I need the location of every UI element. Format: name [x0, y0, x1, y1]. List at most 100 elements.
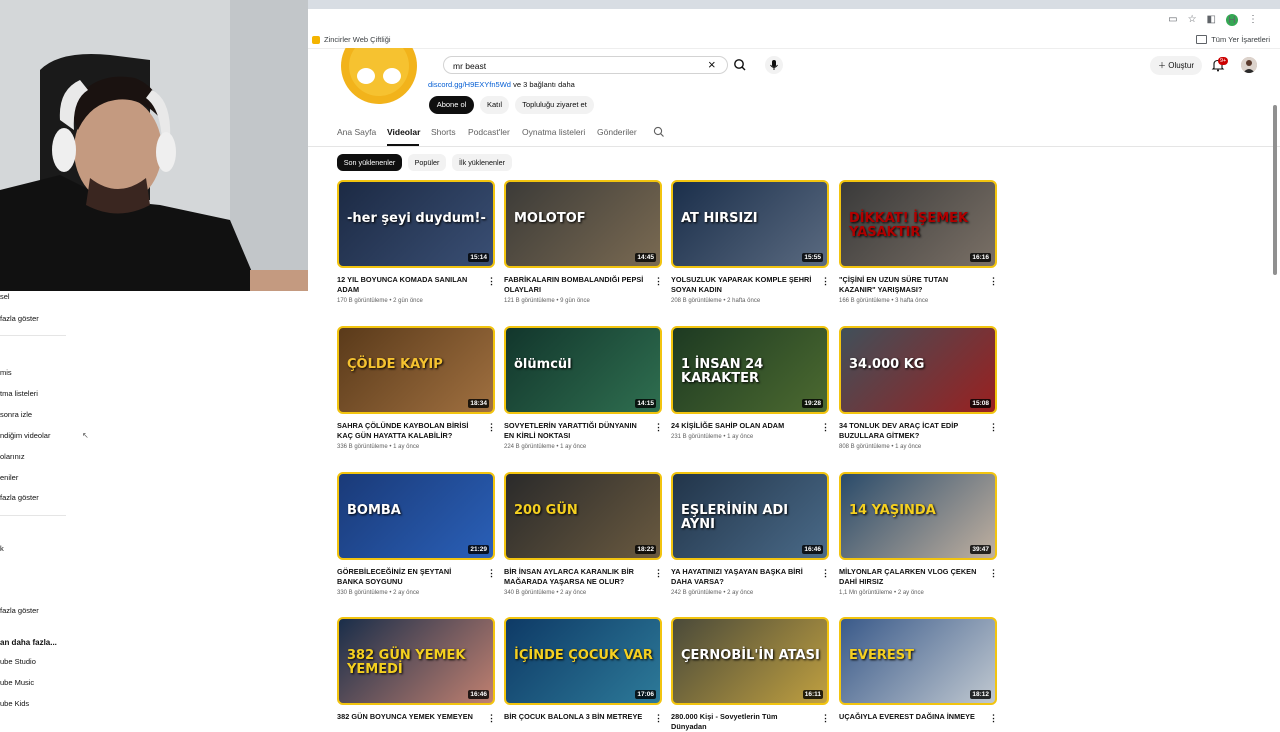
clear-search-icon[interactable]: × — [708, 57, 716, 73]
video-thumbnail[interactable]: İÇİNDE ÇOCUK VAR 17:06 — [504, 617, 662, 705]
video-title[interactable]: MİLYONLAR ÇALARKEN VLOG ÇEKEN DAHİ HIRSI… — [839, 567, 981, 587]
sidebar-item[interactable]: olarınız — [0, 452, 25, 461]
all-bookmarks[interactable]: Tüm Yer İşaretleri — [1196, 35, 1270, 44]
more-options-icon[interactable]: ⋮ — [487, 276, 496, 286]
sidebar-item-music[interactable]: ube Music — [0, 678, 34, 687]
sidebar-item-studio[interactable]: ube Studio — [0, 657, 36, 666]
bookmark-item[interactable]: Zincirler Web Çiftliği — [312, 35, 391, 44]
sidebar-item[interactable]: eniler — [0, 473, 18, 482]
video-views: 208 B görüntüleme — [671, 298, 722, 304]
join-button[interactable]: Katıl — [480, 96, 509, 114]
sidebar-show-more[interactable]: fazla göster — [0, 606, 39, 615]
video-title[interactable]: UÇAĞIYLA EVEREST DAĞINA İNMEYE — [839, 712, 981, 722]
video-age: 1 ay önce — [393, 444, 420, 450]
voice-search-button[interactable] — [765, 56, 783, 74]
star-icon[interactable]: ☆ — [1188, 13, 1197, 27]
sidebar-show-more[interactable]: fazla göster — [0, 314, 39, 323]
more-options-icon[interactable]: ⋮ — [654, 713, 663, 723]
video-age: 2 ay önce — [393, 590, 420, 596]
video-thumbnail[interactable]: DİKKAT! İŞEMEK YASAKTIR 16:16 — [839, 180, 997, 268]
cast-icon[interactable]: ▭ — [1168, 13, 1177, 27]
video-thumbnail[interactable]: 34.000 KG 15:08 — [839, 326, 997, 414]
chip-popular[interactable]: Popüler — [408, 154, 446, 171]
more-options-icon[interactable]: ⋮ — [989, 276, 998, 286]
more-options-icon[interactable]: ⋮ — [821, 568, 830, 578]
video-title[interactable]: SOVYETLERİN YARATTIĞI DÜNYANIN EN KİRLİ … — [504, 421, 646, 441]
video-thumbnail[interactable]: -her şeyi duydum!- 15:14 — [337, 180, 495, 268]
video-thumbnail[interactable]: 200 GÜN 18:22 — [504, 472, 662, 560]
video-views: 340 B görüntüleme — [504, 590, 555, 596]
more-options-icon[interactable]: ⋮ — [487, 568, 496, 578]
more-options-icon[interactable]: ⋮ — [821, 276, 830, 286]
search-button[interactable] — [728, 56, 752, 74]
channel-link[interactable]: discord.gg/H9EXYfn5Wd — [428, 80, 511, 89]
tab-home[interactable]: Ana Sayfa — [337, 127, 376, 137]
video-title[interactable]: "ÇİŞİNİ EN UZUN SÜRE TUTAN KAZANIR" YARI… — [839, 275, 981, 295]
video-title[interactable]: 24 KİŞİLİĞE SAHİP OLAN ADAM — [671, 421, 813, 431]
sidebar-item-liked-videos[interactable]: ndiğim videolar — [0, 431, 50, 440]
video-thumbnail[interactable]: ÇERNOBİL'İN ATASI 16:11 — [671, 617, 829, 705]
video-title[interactable]: GÖREBİLECEĞİNİZ EN ŞEYTANİ BANKA SOYGUNU — [337, 567, 479, 587]
video-title[interactable]: YA HAYATINIZI YAŞAYAN BAŞKA BİRİ DAHA VA… — [671, 567, 813, 587]
channel-search-icon[interactable] — [653, 126, 665, 140]
sidebar-item[interactable]: sel — [0, 292, 10, 301]
scrollbar[interactable] — [1273, 105, 1277, 275]
more-options-icon[interactable]: ⋮ — [989, 422, 998, 432]
video-title[interactable]: BİR ÇOCUK BALONLA 3 BİN METREYE — [504, 712, 646, 722]
video-thumbnail[interactable]: AT HIRSIZI 15:55 — [671, 180, 829, 268]
more-options-icon[interactable]: ⋮ — [989, 568, 998, 578]
more-options-icon[interactable]: ⋮ — [487, 713, 496, 723]
avatar[interactable] — [1241, 57, 1257, 73]
sidebar-item-kids[interactable]: ube Kids — [0, 699, 29, 708]
more-options-icon[interactable]: ⋮ — [989, 713, 998, 723]
more-options-icon[interactable]: ⋮ — [654, 568, 663, 578]
chip-oldest[interactable]: İlk yüklenenler — [452, 154, 512, 171]
video-title[interactable]: 382 GÜN BOYUNCA YEMEK YEMEYEN — [337, 712, 479, 722]
visit-community-button[interactable]: Topluluğu ziyaret et — [515, 96, 594, 114]
channel-more-links[interactable]: ve 3 bağlantı daha — [513, 80, 575, 89]
video-thumbnail[interactable]: EVEREST 18:12 — [839, 617, 997, 705]
more-options-icon[interactable]: ⋮ — [821, 713, 830, 723]
tab-podcasts[interactable]: Podcast'ler — [468, 127, 510, 137]
sidebar-item-playlists[interactable]: tma listeleri — [0, 389, 38, 398]
video-title[interactable]: 12 YIL BOYUNCA KOMADA SANILAN ADAM — [337, 275, 479, 295]
video-thumbnail[interactable]: BOMBA 21:29 — [337, 472, 495, 560]
video-meta: 336 B görüntüleme • 1 ay önce — [337, 444, 419, 450]
video-duration: 15:14 — [468, 253, 489, 262]
video-title[interactable]: 34 TONLUK DEV ARAÇ İCAT EDİP BUZULLARA G… — [839, 421, 981, 441]
sidebar-item[interactable]: k — [0, 544, 4, 553]
more-options-icon[interactable]: ⋮ — [487, 422, 496, 432]
video-thumbnail[interactable]: MOLOTOF 14:45 — [504, 180, 662, 268]
video-age: 2 hafta önce — [727, 298, 761, 304]
subscribe-button[interactable]: Abone ol — [429, 96, 474, 114]
chip-latest[interactable]: Son yüklenenler — [337, 154, 402, 171]
search-input[interactable]: mr beast — [443, 56, 728, 74]
video-thumbnail[interactable]: ölümcül 14:15 — [504, 326, 662, 414]
video-title[interactable]: FABRİKALARIN BOMBALANDIĞI PEPSİ OLAYLARI — [504, 275, 646, 295]
video-thumbnail[interactable]: 382 GÜN YEMEK YEMEDİ 16:46 — [337, 617, 495, 705]
tab-shorts[interactable]: Shorts — [431, 127, 456, 137]
video-thumbnail[interactable]: EŞLERİNİN ADI AYNI 16:46 — [671, 472, 829, 560]
more-options-icon[interactable]: ⋮ — [821, 422, 830, 432]
video-thumbnail[interactable]: 1 İNSAN 24 KARAKTER 19:28 — [671, 326, 829, 414]
sidebar-item[interactable]: mis — [0, 368, 12, 377]
tab-posts[interactable]: Gönderiler — [597, 127, 637, 137]
tab-videos[interactable]: Videolar — [387, 127, 420, 137]
video-thumbnail[interactable]: ÇÖLDE KAYIP 18:34 — [337, 326, 495, 414]
video-title[interactable]: SAHRA ÇÖLÜNDE KAYBOLAN BİRİSİ KAÇ GÜN HA… — [337, 421, 479, 441]
sidebar-divider — [0, 515, 66, 516]
profile-icon[interactable]: H — [1226, 14, 1238, 26]
more-options-icon[interactable]: ⋮ — [654, 276, 663, 286]
extensions-icon[interactable]: ◧ — [1207, 13, 1216, 27]
webcam-overlay — [0, 0, 308, 291]
create-button[interactable]: ＋ Oluştur — [1150, 56, 1202, 75]
tab-playlists[interactable]: Oynatma listeleri — [522, 127, 585, 137]
video-title[interactable]: BİR İNSAN AYLARCA KARANLIK BİR MAĞARADA … — [504, 567, 646, 587]
more-options-icon[interactable]: ⋮ — [654, 422, 663, 432]
sidebar-show-more[interactable]: fazla göster — [0, 493, 39, 502]
sidebar-item-watch-later[interactable]: sonra izle — [0, 410, 32, 419]
video-title[interactable]: 280.000 Kişi - Sovyetlerin Tüm Dünyadan — [671, 712, 813, 732]
video-title[interactable]: YOLSUZLUK YAPARAK KOMPLE ŞEHRİ SOYAN KAD… — [671, 275, 813, 295]
video-thumbnail[interactable]: 14 YAŞINDA 39:47 — [839, 472, 997, 560]
menu-icon[interactable]: ⋮ — [1248, 13, 1258, 27]
